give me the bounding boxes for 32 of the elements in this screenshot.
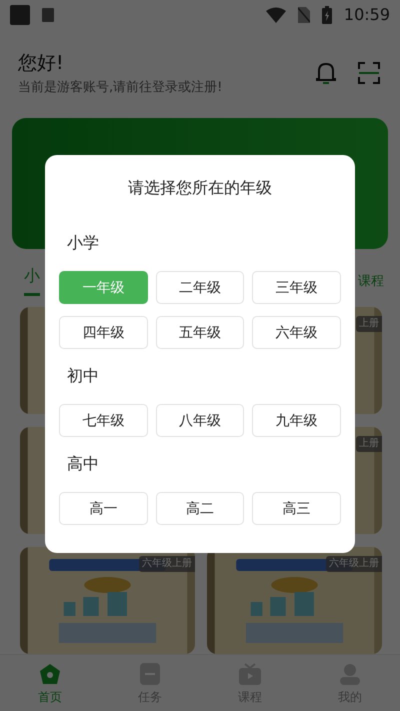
school-level-heading: 高中 bbox=[67, 455, 100, 473]
grade-option[interactable]: 七年级 bbox=[59, 404, 148, 437]
guest-notice: 当前是游客账号,请前往登录或注册! bbox=[18, 78, 224, 96]
grade-option[interactable]: 五年级 bbox=[156, 316, 244, 349]
tv-icon bbox=[239, 663, 261, 686]
grade-tag: 六年级上册 bbox=[326, 556, 382, 572]
greeting: 您好! bbox=[18, 50, 65, 76]
clipboard-icon bbox=[140, 663, 160, 686]
status-time: 10:59 bbox=[344, 5, 390, 24]
dialog-title: 请选择您所在的年级 bbox=[127, 179, 273, 197]
grade-option[interactable]: 三年级 bbox=[252, 271, 341, 304]
grade-tag: 上册 bbox=[356, 316, 382, 332]
grade-option[interactable]: 八年级 bbox=[156, 404, 244, 437]
school-level-heading: 小学 bbox=[67, 234, 100, 252]
grade-option[interactable]: 六年级 bbox=[252, 316, 341, 349]
grade-option[interactable]: 高二 bbox=[156, 492, 244, 525]
grade-option[interactable]: 高三 bbox=[252, 492, 341, 525]
grade-option[interactable]: 高一 bbox=[59, 492, 148, 525]
home-icon bbox=[39, 663, 61, 686]
app-icon bbox=[10, 4, 30, 25]
grade-tag: 上册 bbox=[356, 436, 382, 452]
school-level-heading: 初中 bbox=[67, 367, 100, 385]
bell-icon[interactable] bbox=[316, 60, 336, 85]
grade-option[interactable]: 二年级 bbox=[156, 271, 244, 304]
battery-icon bbox=[322, 6, 332, 24]
person-icon bbox=[339, 663, 361, 686]
no-sim-icon bbox=[298, 6, 310, 23]
grade-option[interactable]: 四年级 bbox=[59, 316, 148, 349]
scan-icon[interactable] bbox=[358, 62, 380, 84]
wifi-icon bbox=[266, 6, 286, 23]
keyboard-icon bbox=[42, 8, 54, 22]
grade-option[interactable]: 九年级 bbox=[252, 404, 341, 437]
